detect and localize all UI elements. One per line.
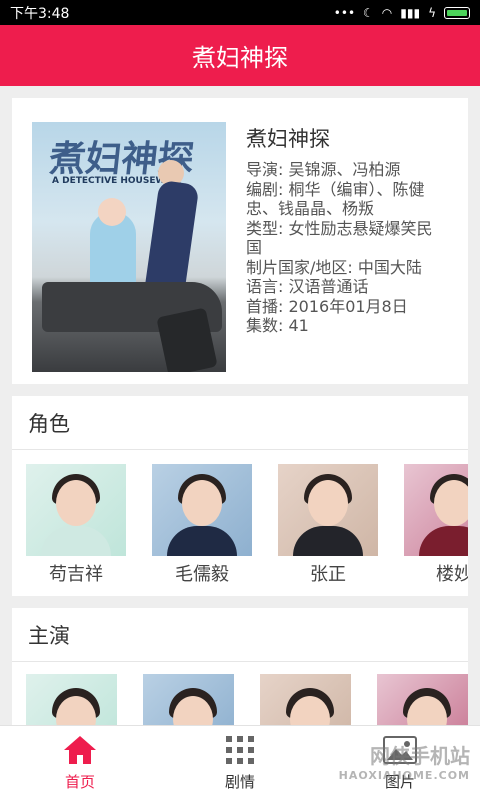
status-icons: ••• ☾ ◠ ▮▮▮ ϟ <box>334 6 470 20</box>
writer-line: 编剧: 桐华（编审）、陈健忠、钱晶晶、杨叛 <box>246 179 425 219</box>
role-photo <box>278 464 378 556</box>
role-photo <box>26 464 126 556</box>
language-line: 语言: 汉语普通话 <box>246 277 369 296</box>
role-item[interactable]: 张正 <box>278 464 378 586</box>
role-name: 苟吉祥 <box>49 564 103 585</box>
role-name: 楼妙 <box>436 564 468 585</box>
nav-label: 剧情 <box>224 772 255 791</box>
cast-section: 主演 <box>12 608 468 725</box>
roles-list[interactable]: 苟吉祥 毛儒毅 张正 楼妙 <box>12 450 468 586</box>
cast-list[interactable] <box>12 662 468 725</box>
role-photo <box>404 464 468 556</box>
watermark: 网侠手机站 HAOXIAHOME.COM <box>339 746 470 786</box>
cast-photo[interactable] <box>260 674 351 725</box>
cast-photo[interactable] <box>143 674 234 725</box>
show-details: 煮妇神探 导演: 吴锦源、冯柏源 编剧: 桐华（编审）、陈健忠、钱晶晶、杨叛 类… <box>246 122 448 360</box>
show-info-card: 煮妇神探 A DETECTIVE HOUSEWIFE 煮妇神探 导演: 吴锦源、… <box>12 98 468 384</box>
role-photo <box>152 464 252 556</box>
charging-icon: ϟ <box>428 5 436 20</box>
status-bar: 下午3:48 ••• ☾ ◠ ▮▮▮ ϟ <box>0 0 480 25</box>
cast-photo[interactable] <box>377 674 468 725</box>
cast-photo[interactable] <box>26 674 117 725</box>
content-scroll[interactable]: 煮妇神探 A DETECTIVE HOUSEWIFE 煮妇神探 导演: 吴锦源、… <box>0 86 480 725</box>
poster-figure <box>144 179 200 295</box>
status-time: 下午3:48 <box>10 5 70 22</box>
moon-icon: ☾ <box>363 5 374 20</box>
watermark-url: HAOXIAHOME.COM <box>338 769 470 782</box>
page-title: 煮妇神探 <box>192 44 288 72</box>
episodes-line: 集数: 41 <box>246 316 309 335</box>
nav-label: 首页 <box>64 772 95 791</box>
show-name: 煮妇神探 <box>246 127 330 151</box>
watermark-text: 网侠手机站 <box>370 744 470 768</box>
grid-icon <box>225 735 255 765</box>
role-item[interactable]: 楼妙 <box>404 464 468 586</box>
dots-icon: ••• <box>333 5 356 20</box>
role-name: 毛儒毅 <box>175 564 229 585</box>
roles-section: 角色 苟吉祥 毛儒毅 张正 楼妙 <box>12 396 468 596</box>
role-item[interactable]: 苟吉祥 <box>26 464 126 586</box>
nav-home[interactable]: 首页 <box>0 726 160 800</box>
director-line: 导演: 吴锦源、冯柏源 <box>246 160 401 179</box>
wifi-icon: ◠ <box>381 5 393 20</box>
nav-plot[interactable]: 剧情 <box>160 726 320 800</box>
region-line: 制片国家/地区: 中国大陆 <box>246 257 422 277</box>
role-name: 张正 <box>310 564 346 585</box>
premiere-line: 首播: 2016年01月8日 <box>246 296 408 316</box>
home-icon <box>63 735 97 765</box>
app-bar: 煮妇神探 <box>0 25 480 86</box>
role-item[interactable]: 毛儒毅 <box>152 464 252 586</box>
battery-icon <box>444 6 470 19</box>
poster-figure <box>98 198 126 226</box>
show-poster[interactable]: 煮妇神探 A DETECTIVE HOUSEWIFE <box>32 122 226 372</box>
genre-line: 类型: 女性励志悬疑爆笑民国 <box>246 218 433 258</box>
section-heading: 主演 <box>12 608 468 662</box>
section-heading: 角色 <box>12 396 468 450</box>
cellular-signal-icon: ▮▮▮ <box>400 5 421 20</box>
